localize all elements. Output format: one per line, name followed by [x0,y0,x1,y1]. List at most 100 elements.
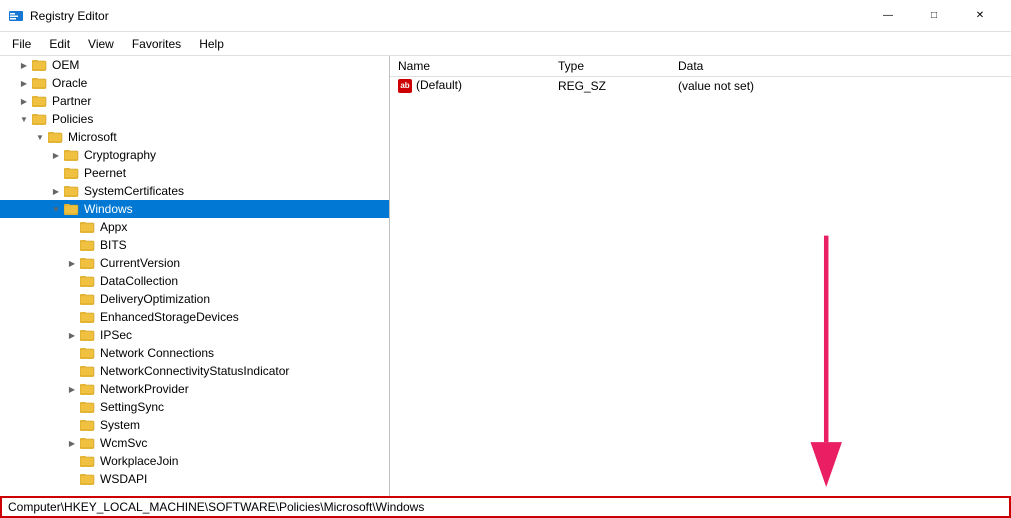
tree-expander-appx [64,219,80,235]
tree-node-system[interactable]: System [0,416,389,434]
folder-icon-system [80,418,96,432]
tree-node-label-system: System [98,418,140,432]
tree-expander-peernet [48,165,64,181]
maximize-button[interactable]: □ [911,0,957,32]
title-bar-left: Registry Editor [8,8,109,24]
tree-expander-cryptography[interactable] [48,147,64,163]
tree-expander-oracle[interactable] [16,75,32,91]
menu-item-view[interactable]: View [80,35,122,53]
tree-node-label-policies: Policies [50,112,93,126]
tree-expander-partner[interactable] [16,93,32,109]
tree-node-deliveryoptimization[interactable]: DeliveryOptimization [0,290,389,308]
registry-table[interactable]: NameTypeData ab(Default)REG_SZ(value not… [390,56,1011,95]
tree-expander-networkconnectivitystatusindicator [64,363,80,379]
tree-expander-wcmsvc[interactable] [64,435,80,451]
tree-expander-workplacejoin [64,453,80,469]
minimize-button[interactable]: — [865,0,911,32]
folder-icon-enhancedstoragedevices [80,310,96,324]
tree-expander-windows[interactable] [48,201,64,217]
tree-node-label-wcmsvc: WcmSvc [98,436,147,450]
folder-icon-networkconnectivitystatusindicator [80,364,96,378]
folder-icon-wcmsvc [80,436,96,450]
cell-name: ab(Default) [390,77,550,95]
tree-node-label-microsoft: Microsoft [66,130,117,144]
tree-node-partner[interactable]: Partner [0,92,389,110]
reg-value-icon: ab [398,79,412,93]
status-path: Computer\HKEY_LOCAL_MACHINE\SOFTWARE\Pol… [8,500,424,514]
folder-icon-networkconnections [80,346,96,360]
folder-icon-ipsec [80,328,96,342]
main-area: OEM Oracle Partner Policies Microsoft Cr… [0,56,1011,496]
tree-node-wcmsvc[interactable]: WcmSvc [0,434,389,452]
tree-node-label-settingsync: SettingSync [98,400,164,414]
tree-node-systemcertificates[interactable]: SystemCertificates [0,182,389,200]
tree-node-peernet[interactable]: Peernet [0,164,389,182]
folder-icon-oem [32,58,48,72]
tree-node-label-deliveryoptimization: DeliveryOptimization [98,292,210,306]
tree-node-bits[interactable]: BITS [0,236,389,254]
tree-node-settingsync[interactable]: SettingSync [0,398,389,416]
folder-icon-windows [64,202,80,216]
tree-node-networkconnectivitystatusindicator[interactable]: NetworkConnectivityStatusIndicator [0,362,389,380]
tree-expander-microsoft[interactable] [32,129,48,145]
folder-icon-systemcertificates [64,184,80,198]
tree-expander-currentversion[interactable] [64,255,80,271]
menu-item-help[interactable]: Help [191,35,232,53]
menu-item-edit[interactable]: Edit [41,35,78,53]
tree-node-label-partner: Partner [50,94,91,108]
tree-node-oem[interactable]: OEM [0,56,389,74]
tree-expander-bits [64,237,80,253]
folder-icon-cryptography [64,148,80,162]
tree-node-wsdapi[interactable]: WSDAPI [0,470,389,488]
tree-expander-networkprovider[interactable] [64,381,80,397]
tree-node-label-ipsec: IPSec [98,328,132,342]
folder-icon-networkprovider [80,382,96,396]
tree-node-datacollection[interactable]: DataCollection [0,272,389,290]
menu-item-favorites[interactable]: Favorites [124,35,189,53]
tree-node-label-systemcertificates: SystemCertificates [82,184,184,198]
tree-node-appx[interactable]: Appx [0,218,389,236]
folder-icon-peernet [64,166,80,180]
cell-data: (value not set) [670,77,1011,95]
app-title: Registry Editor [30,9,109,23]
tree-expander-datacollection [64,273,80,289]
folder-icon-bits [80,238,96,252]
tree-expander-deliveryoptimization [64,291,80,307]
tree-node-ipsec[interactable]: IPSec [0,326,389,344]
menu-bar: FileEditViewFavoritesHelp [0,32,1011,56]
tree-node-currentversion[interactable]: CurrentVersion [0,254,389,272]
tree-node-label-currentversion: CurrentVersion [98,256,180,270]
annotation-arrow [390,56,1011,496]
tree-expander-networkconnections [64,345,80,361]
title-bar: Registry Editor — □ ✕ [0,0,1011,32]
tree-node-label-networkprovider: NetworkProvider [98,382,189,396]
tree-node-cryptography[interactable]: Cryptography [0,146,389,164]
tree-expander-policies[interactable] [16,111,32,127]
tree-expander-settingsync [64,399,80,415]
right-content: NameTypeData ab(Default)REG_SZ(value not… [390,56,1011,496]
tree-expander-systemcertificates[interactable] [48,183,64,199]
close-button[interactable]: ✕ [957,0,1003,32]
menu-item-file[interactable]: File [4,35,39,53]
folder-icon-deliveryoptimization [80,292,96,306]
tree-node-label-networkconnectivitystatusindicator: NetworkConnectivityStatusIndicator [98,364,289,378]
tree-scroll[interactable]: OEM Oracle Partner Policies Microsoft Cr… [0,56,389,496]
tree-node-label-oem: OEM [50,58,79,72]
tree-expander-ipsec[interactable] [64,327,80,343]
tree-node-networkprovider[interactable]: NetworkProvider [0,380,389,398]
regedit-icon [8,8,24,24]
tree-node-microsoft[interactable]: Microsoft [0,128,389,146]
tree-node-label-peernet: Peernet [82,166,126,180]
tree-expander-oem[interactable] [16,57,32,73]
values-table: NameTypeData ab(Default)REG_SZ(value not… [390,56,1011,95]
tree-node-oracle[interactable]: Oracle [0,74,389,92]
tree-node-enhancedstoragedevices[interactable]: EnhancedStorageDevices [0,308,389,326]
tree-node-networkconnections[interactable]: Network Connections [0,344,389,362]
tree-node-workplacejoin[interactable]: WorkplaceJoin [0,452,389,470]
tree-node-label-oracle: Oracle [50,76,87,90]
folder-icon-oracle [32,76,48,90]
tree-node-windows[interactable]: Windows [0,200,389,218]
tree-node-policies[interactable]: Policies [0,110,389,128]
tree-pane: OEM Oracle Partner Policies Microsoft Cr… [0,56,390,496]
table-row[interactable]: ab(Default)REG_SZ(value not set) [390,77,1011,95]
